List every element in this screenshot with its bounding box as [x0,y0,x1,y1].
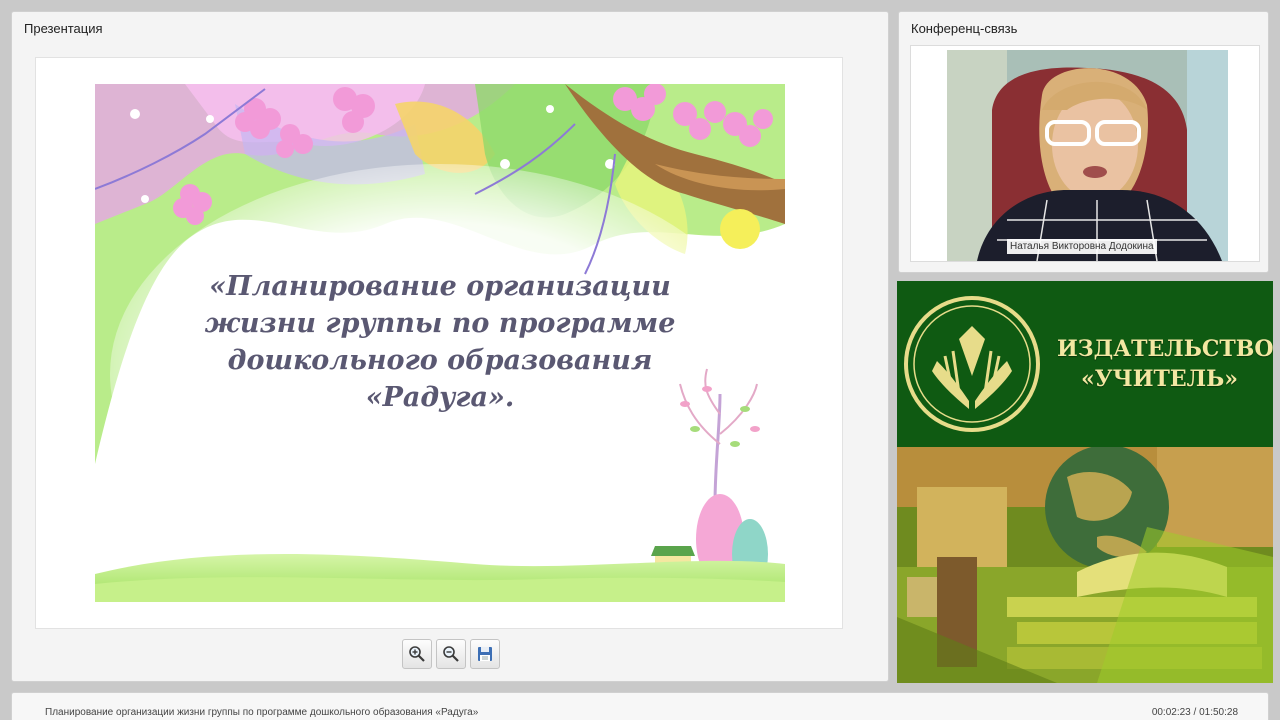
slide-viewport[interactable]: «Планирование организации жизни группы п… [35,57,843,629]
save-button[interactable] [470,639,500,669]
zoom-in-icon [409,646,425,662]
footer-bar: Планирование организации жизни группы по… [11,692,1269,720]
conference-panel: Конференц-связь Наталья Викторовна Додок… [898,11,1269,273]
playback-time: 00:02:23 / 01:50:28 [1151,707,1238,718]
zoom-in-button[interactable] [402,639,432,669]
speaker-figure [947,50,1228,261]
zoom-out-icon [443,646,459,662]
publisher-logo-icon [904,296,1040,432]
publisher-banner: ИЗДАТЕЛЬСТВО «УЧИТЕЛЬ» [897,281,1273,683]
publisher-logo-banner: ИЗДАТЕЛЬСТВО «УЧИТЕЛЬ» [897,281,1273,447]
presentation-panel: Презентация «Планирование организации жи… [11,11,889,682]
zoom-out-button[interactable] [436,639,466,669]
slide-title: «Планирование организации жизни группы п… [204,271,676,413]
publisher-name: ИЗДАТЕЛЬСТВО «УЧИТЕЛЬ» [1057,336,1273,392]
video-frame[interactable]: Наталья Викторовна Додокина [910,45,1260,262]
speaker-name-label: Наталья Викторовна Додокина [1007,239,1157,254]
save-icon [478,647,492,661]
speaker-video: Наталья Викторовна Додокина [947,50,1228,261]
slide: «Планирование организации жизни группы п… [95,84,785,602]
presentation-panel-title: Презентация [24,21,103,36]
books-globe-image [897,447,1273,683]
footer-presentation-title: Планирование организации жизни группы по… [45,707,479,718]
conference-panel-title: Конференц-связь [911,21,1018,36]
